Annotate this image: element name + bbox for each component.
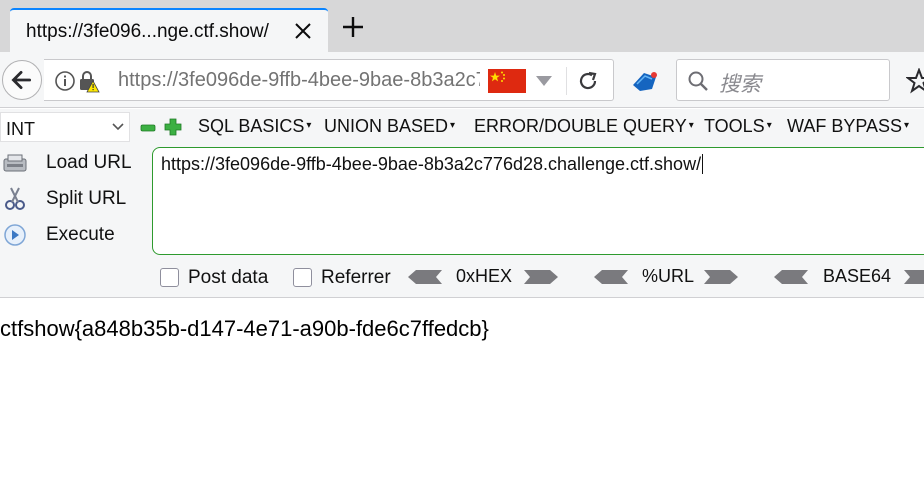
tab-title: https://3fe096...nge.ctf.show/ (26, 21, 269, 42)
url-decode-arrow-icon[interactable] (594, 269, 628, 285)
reload-icon[interactable] (576, 69, 600, 93)
url-encode-arrow-icon[interactable] (704, 269, 738, 285)
search-input[interactable]: 搜索 (719, 68, 761, 98)
info-icon[interactable] (54, 70, 76, 92)
split-url-label: Split URL (46, 188, 127, 209)
load-url-icon (3, 154, 27, 172)
play-icon (4, 224, 26, 246)
decrease-icon[interactable] (140, 120, 156, 136)
increase-icon[interactable] (164, 118, 182, 136)
menu-tools[interactable]: TOOLS ▾ (704, 116, 772, 137)
select-value: INT (6, 119, 35, 139)
load-url-label: Load URL (46, 152, 132, 173)
url-bar[interactable]: https://3fe096de-9ffb-4bee-9bae-8b3a2c77… (44, 59, 614, 101)
search-icon (688, 71, 708, 91)
search-bar[interactable]: 搜索 (676, 59, 890, 101)
chevron-down-icon (112, 123, 124, 131)
active-tab[interactable]: https://3fe096...nge.ctf.show/ (10, 8, 328, 52)
injection-type-select[interactable]: INT (0, 112, 130, 142)
menu-error-double-query[interactable]: ERROR/DOUBLE QUERY ▾ (474, 116, 694, 137)
bookmark-star-icon[interactable] (906, 68, 924, 94)
menu-union-based[interactable]: UNION BASED ▾ (324, 116, 455, 137)
textarea-value: https://3fe096de-9ffb-4bee-9bae-8b3a2c77… (161, 154, 704, 174)
close-icon[interactable] (292, 20, 314, 42)
back-arrow-icon[interactable] (2, 60, 42, 100)
url-encoding-label: %URL (642, 266, 695, 286)
menu-sql-basics[interactable]: SQL BASICS ▾ (198, 116, 311, 137)
url-separator (566, 67, 567, 95)
url-text[interactable]: https://3fe096de-9ffb-4bee-9bae-8b3a2c77… (118, 69, 480, 92)
page-content-flag: ctfshow{a848b35b-d147-4e71-a90b-fde6c7ff… (0, 316, 489, 341)
base64-encode-arrow-icon[interactable] (904, 269, 924, 285)
chevron-down-icon[interactable] (534, 74, 554, 88)
extension-icon[interactable] (630, 67, 660, 95)
hex-decode-arrow-icon[interactable] (408, 269, 442, 285)
url-textarea[interactable]: https://3fe096de-9ffb-4bee-9bae-8b3a2c77… (152, 147, 924, 255)
referrer-label: Referrer (321, 267, 391, 288)
post-data-label: Post data (188, 267, 269, 288)
base64-decode-arrow-icon[interactable] (774, 269, 808, 285)
new-tab-plus-icon[interactable] (340, 14, 366, 40)
load-url-button[interactable]: Load URL (0, 148, 140, 178)
lock-warning-icon[interactable] (78, 69, 100, 93)
base64-label: BASE64 (823, 266, 892, 286)
hackbar-panel: Load URL Split URL Execute https://3fe09… (0, 145, 924, 298)
china-flag-icon (488, 69, 526, 93)
hackbar-toolbar: INT SQL BASICS ▾ UNION BASED ▾ ERROR/DOUBL… (0, 109, 924, 145)
hex-encode-arrow-icon[interactable] (524, 269, 558, 285)
execute-label: Execute (46, 224, 115, 245)
execute-button[interactable]: Execute (0, 220, 140, 250)
menu-waf-bypass[interactable]: WAF BYPASS ▾ (787, 116, 909, 137)
scissors-icon (5, 187, 25, 210)
nav-bar: https://3fe096de-9ffb-4bee-9bae-8b3a2c77… (0, 52, 924, 108)
hex-label: 0xHEX (456, 266, 513, 286)
split-url-button[interactable]: Split URL (0, 184, 140, 214)
tab-strip: https://3fe096...nge.ctf.show/ (0, 0, 924, 52)
